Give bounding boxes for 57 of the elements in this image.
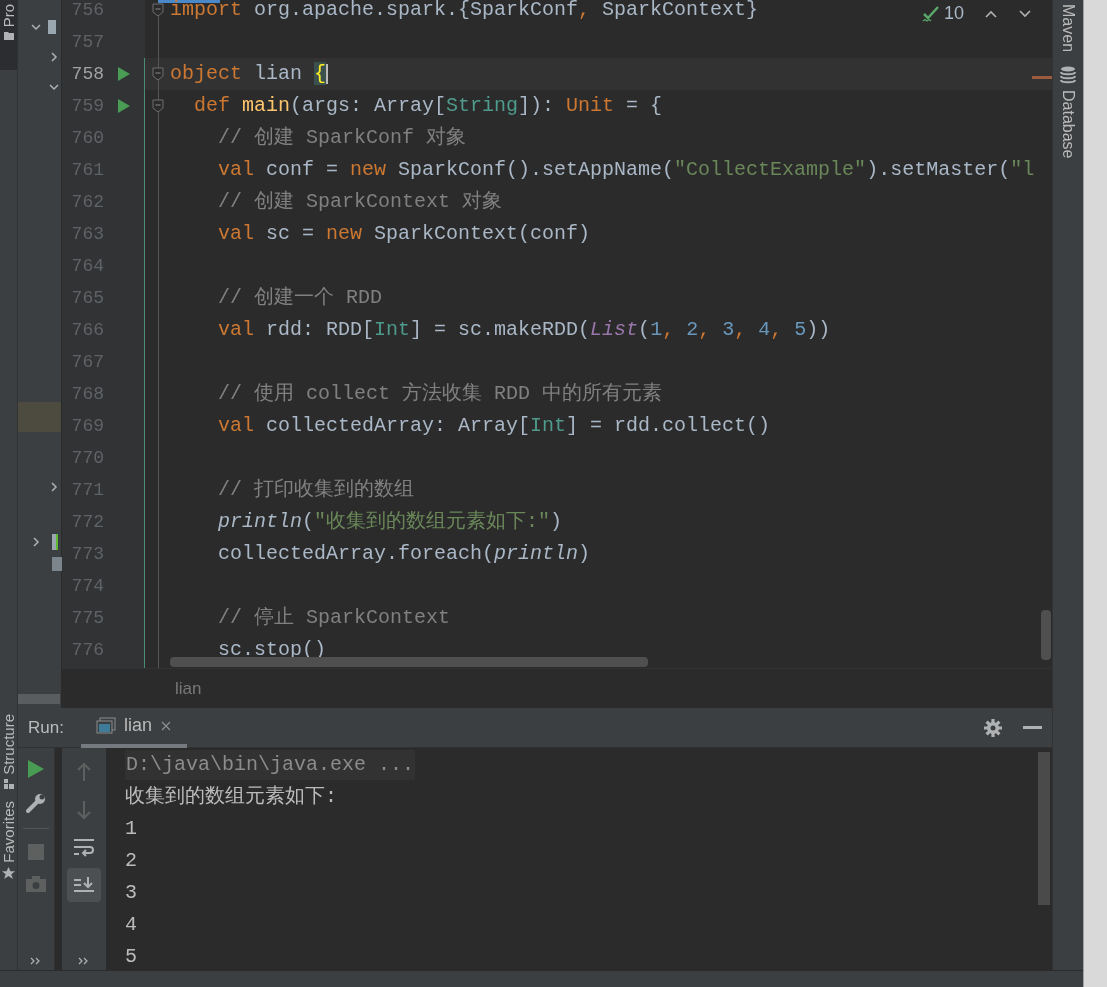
run-icon[interactable]: [118, 99, 130, 113]
run-icon[interactable]: [28, 760, 44, 778]
tool-window-tab[interactable]: Database: [1060, 66, 1076, 159]
code-line: sc.stop(): [217, 637, 327, 663]
code-line: def main(args: Array[String]): Unit = {: [193, 93, 663, 119]
inspection-count[interactable]: 10: [943, 0, 964, 27]
settings-icon[interactable]: [983, 717, 1003, 738]
module-icon: [48, 20, 56, 34]
scroll-to-end-icon: [73, 876, 95, 894]
more-icon[interactable]: [78, 957, 90, 965]
code-line: collectedArray.foreach(println): [217, 541, 591, 567]
vertical-scrollbar[interactable]: [1038, 752, 1050, 905]
console-icon: [95, 716, 116, 735]
breadcrumb[interactable]: lian: [175, 675, 202, 702]
code-line: // 使用 collect 方法收集 RDD 中的所有元素: [217, 381, 663, 407]
code-line: println("收集到的数组元素如下:"): [217, 509, 563, 535]
star-icon: [2, 866, 15, 880]
tool-window-tab[interactable]: Favorites: [1, 800, 16, 880]
soft-wrap-icon[interactable]: [73, 838, 95, 858]
close-icon[interactable]: [159, 719, 172, 732]
vertical-scrollbar[interactable]: [1041, 610, 1051, 660]
run-icon[interactable]: [118, 67, 130, 81]
library-icon: [52, 534, 58, 550]
wrench-icon[interactable]: [26, 793, 46, 813]
horizontal-scrollbar[interactable]: [170, 657, 648, 667]
fold-icon[interactable]: [151, 67, 164, 81]
console-line: 4: [125, 912, 137, 938]
code-line: import org.apache.spark.{SparkConf, SparkContext}: [170, 0, 759, 23]
code-line: // 创建 SparkContext 对象: [217, 189, 503, 215]
scroll-to-end-button[interactable]: [67, 868, 101, 902]
console-line: 2: [125, 848, 137, 874]
folder-icon: [3, 31, 14, 41]
horizontal-scrollbar[interactable]: [18, 694, 60, 704]
console-line: 3: [125, 880, 137, 906]
database-icon: [1060, 66, 1076, 85]
fold-icon[interactable]: [151, 99, 164, 113]
code-line: val collectedArray: Array[Int] = rdd.collect(): [217, 413, 771, 439]
code-line: object lian {: [170, 61, 329, 87]
more-icon[interactable]: [30, 957, 42, 965]
code-line: // 停止 SparkContext: [217, 605, 451, 631]
console-line: 5: [125, 944, 137, 970]
tool-window-tab[interactable]: Structure: [1, 714, 16, 789]
panel-title: Run:: [28, 716, 64, 739]
console-line: 收集到的数组元素如下:: [125, 784, 337, 810]
tool-window-tab[interactable]: Maven: [1060, 4, 1076, 53]
check-icon[interactable]: [921, 4, 940, 23]
structure-icon: [3, 778, 14, 789]
code-line: // 创建 SparkConf 对象: [217, 125, 467, 151]
console-line: 1: [125, 816, 137, 842]
code-line: // 打印收集到的数组: [217, 477, 414, 503]
code-line: val sc = new SparkContext(conf): [217, 221, 591, 247]
fold-icon[interactable]: [151, 3, 164, 17]
file-icon: [52, 557, 62, 571]
line-number: 758: [70, 62, 104, 86]
code-line: val conf = new SparkConf().setAppName("CollectExample").setMaster("l: [217, 157, 1035, 183]
code-line: val rdd: RDD[Int] = sc.makeRDD(List(1, 2, 3, 4, 5)): [217, 317, 831, 343]
code-line: // 创建一个 RDD: [217, 285, 383, 311]
